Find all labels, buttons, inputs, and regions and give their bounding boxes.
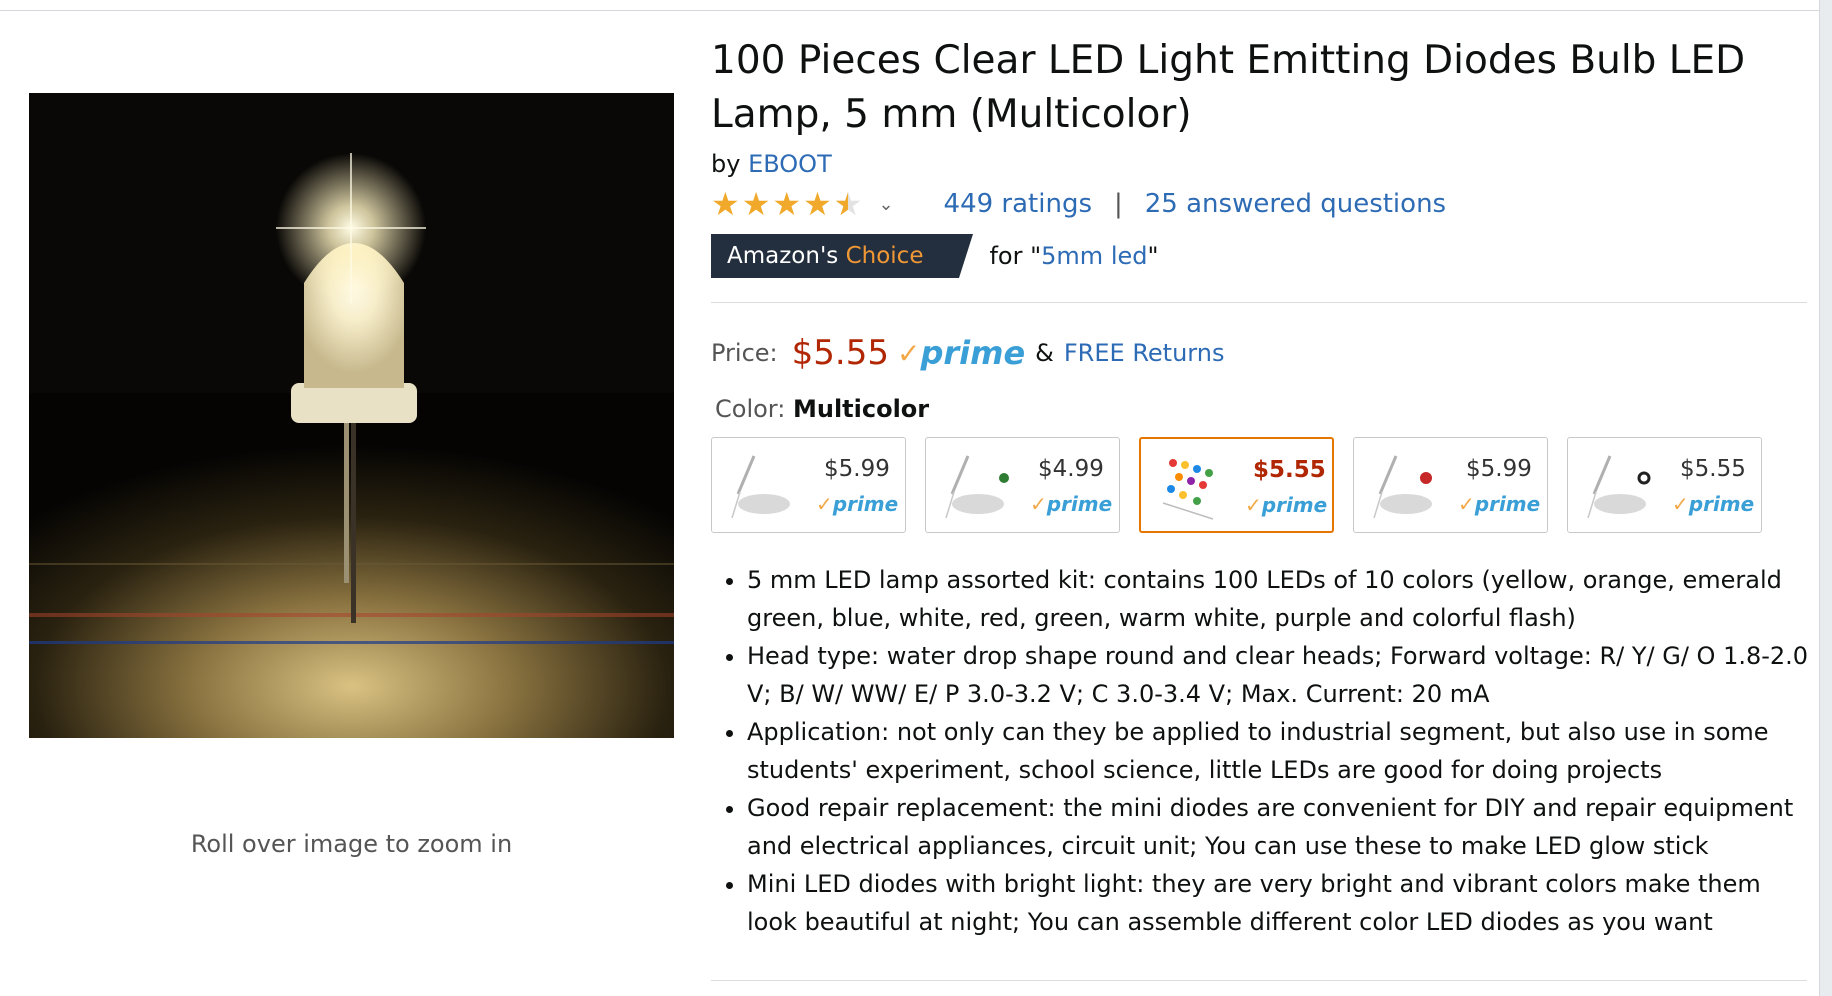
swatch-4[interactable]: $5.55 ✓ prime	[1567, 437, 1762, 533]
prime-check-icon: ✓	[1245, 493, 1262, 517]
for-label: for "	[989, 242, 1042, 270]
swatch-price: $5.55	[1253, 457, 1326, 483]
product-image[interactable]	[29, 93, 674, 738]
swatch-prime: ✓ prime	[816, 492, 898, 516]
feature-bullets: 5 mm LED lamp assorted kit: contains 100…	[711, 561, 1817, 941]
prime-check-icon: ✓	[1458, 492, 1475, 516]
top-border	[0, 0, 1832, 11]
color-swatches: $5.99 ✓ prime $4.99 ✓ prime $5.55 ✓ prim…	[711, 437, 1811, 533]
swatch-0[interactable]: $5.99 ✓ prime	[711, 437, 906, 533]
prime-check-icon: ✓	[1030, 492, 1047, 516]
swatch-prime: ✓ prime	[1245, 493, 1327, 517]
prime-word: prime	[1474, 492, 1541, 516]
amazons-choice-row: Amazon's Choice for "5mm led"	[711, 234, 1811, 278]
ratings-row: ★ ★ ★ ★ ★ ⌄ 449 ratings | 25 answered qu…	[711, 188, 1811, 220]
swatch-thumbnail	[945, 455, 1009, 519]
led-photo	[29, 93, 674, 738]
swatch-price: $5.55	[1680, 456, 1746, 482]
half-star-icon: ★	[834, 188, 863, 220]
prime-check-icon: ✓	[1672, 492, 1689, 516]
swatch-prime: ✓ prime	[1458, 492, 1540, 516]
divider	[711, 302, 1807, 303]
prime-word: prime	[1261, 493, 1328, 517]
amazons-choice-badge[interactable]: Amazon's Choice	[711, 234, 974, 278]
byline: by EBOOT	[711, 150, 1811, 178]
choice-accent: Choice	[845, 243, 924, 269]
product-title: 100 Pieces Clear LED Light Emitting Diod…	[711, 38, 1746, 137]
bottom-divider	[711, 980, 1807, 981]
free-returns-link[interactable]: FREE Returns	[1064, 339, 1225, 367]
color-label: Color:	[715, 395, 786, 423]
color-value: Multicolor	[792, 395, 930, 423]
feature-bullet: 5 mm LED lamp assorted kit: contains 100…	[747, 561, 1817, 637]
choice-prefix: Amazon's	[727, 243, 839, 269]
star-icon: ★	[772, 185, 802, 223]
swatch-prime: ✓ prime	[1672, 492, 1754, 516]
swatch-thumbnail	[1162, 459, 1214, 520]
ratings-link[interactable]: 449 ratings	[944, 189, 1092, 219]
star-icon: ★	[741, 185, 771, 223]
prime-word: prime	[1688, 492, 1755, 516]
scrollbar-track[interactable]	[1819, 0, 1832, 996]
swatch-thumbnail	[731, 455, 790, 519]
price-row: Price: $5.55 ✓ prime & FREE Returns	[711, 333, 1811, 373]
swatch-thumbnail	[1373, 455, 1432, 519]
feature-bullet: Application: not only can they be applie…	[747, 713, 1817, 789]
prime-word: prime	[920, 334, 1026, 372]
prime-word: prime	[1046, 492, 1113, 516]
by-label: by	[711, 150, 741, 178]
swatch-thumbnail	[1587, 455, 1651, 519]
swatch-price: $4.99	[1038, 456, 1104, 482]
star-icon: ★	[803, 185, 832, 223]
feature-bullet: Good repair replacement: the mini diodes…	[747, 789, 1817, 865]
choice-for-text: for "5mm led"	[989, 242, 1158, 270]
separator: |	[1114, 189, 1123, 219]
choice-query-link[interactable]: 5mm led	[1041, 242, 1147, 270]
questions-link[interactable]: 25 answered questions	[1145, 189, 1446, 219]
swatch-price: $5.99	[824, 456, 890, 482]
star-icon: ★	[711, 185, 740, 223]
swatch-2-selected[interactable]: $5.55 ✓ prime	[1139, 437, 1334, 533]
swatch-3[interactable]: $5.99 ✓ prime	[1353, 437, 1548, 533]
prime-word: prime	[832, 492, 899, 516]
feature-bullet: Mini LED diodes with bright light: they …	[747, 865, 1817, 941]
product-details: 100 Pieces Clear LED Light Emitting Diod…	[711, 34, 1811, 941]
color-row: Color: Multicolor	[711, 395, 1811, 423]
prime-check-icon: ✓	[896, 336, 921, 370]
zoom-hint: Roll over image to zoom in	[190, 830, 513, 858]
swatch-prime: ✓ prime	[1030, 492, 1112, 516]
ampersand: &	[1035, 339, 1054, 367]
close-quote: "	[1147, 242, 1159, 270]
prime-check-icon: ✓	[816, 492, 833, 516]
feature-bullet: Head type: water drop shape round and cl…	[747, 637, 1817, 713]
brand-link[interactable]: EBOOT	[748, 150, 832, 178]
swatch-1[interactable]: $4.99 ✓ prime	[925, 437, 1120, 533]
prime-badge: ✓ prime	[897, 334, 1025, 372]
price-value: $5.55	[791, 333, 889, 373]
swatch-price: $5.99	[1466, 456, 1532, 482]
price-label: Price:	[711, 339, 778, 367]
star-rating[interactable]: ★ ★ ★ ★ ★	[711, 188, 862, 220]
chevron-down-icon[interactable]: ⌄	[878, 194, 893, 215]
